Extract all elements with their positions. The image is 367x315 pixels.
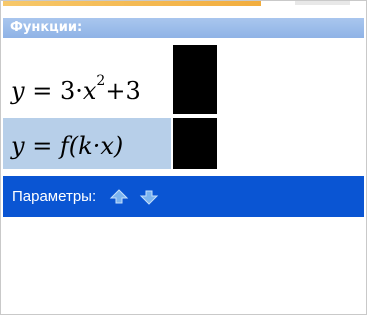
parameters-bar: Параметры: xyxy=(3,176,364,217)
top-strip xyxy=(1,1,366,17)
top-accent-bar xyxy=(3,1,261,6)
arrow-down-icon[interactable] xyxy=(138,186,160,208)
functions-panel: Функции: y = 3·x2+3 y = f(k·x) Параметры… xyxy=(0,0,367,315)
function-color-swatch-1[interactable] xyxy=(173,45,217,114)
functions-header: Функции: xyxy=(3,18,364,38)
parameters-label: Параметры: xyxy=(12,188,97,205)
function-color-swatch-2[interactable] xyxy=(173,118,217,169)
function-row-1[interactable]: y = 3·x2+3 xyxy=(3,45,171,114)
function-row-2[interactable]: y = f(k·x) xyxy=(3,118,171,169)
arrow-up-icon[interactable] xyxy=(108,186,130,208)
function-expression-2: y = f(k·x) xyxy=(11,132,124,160)
function-expression-1: y = 3·x2+3 xyxy=(11,73,141,105)
parameters-list xyxy=(3,217,364,313)
top-accent-bar-right xyxy=(295,1,350,5)
